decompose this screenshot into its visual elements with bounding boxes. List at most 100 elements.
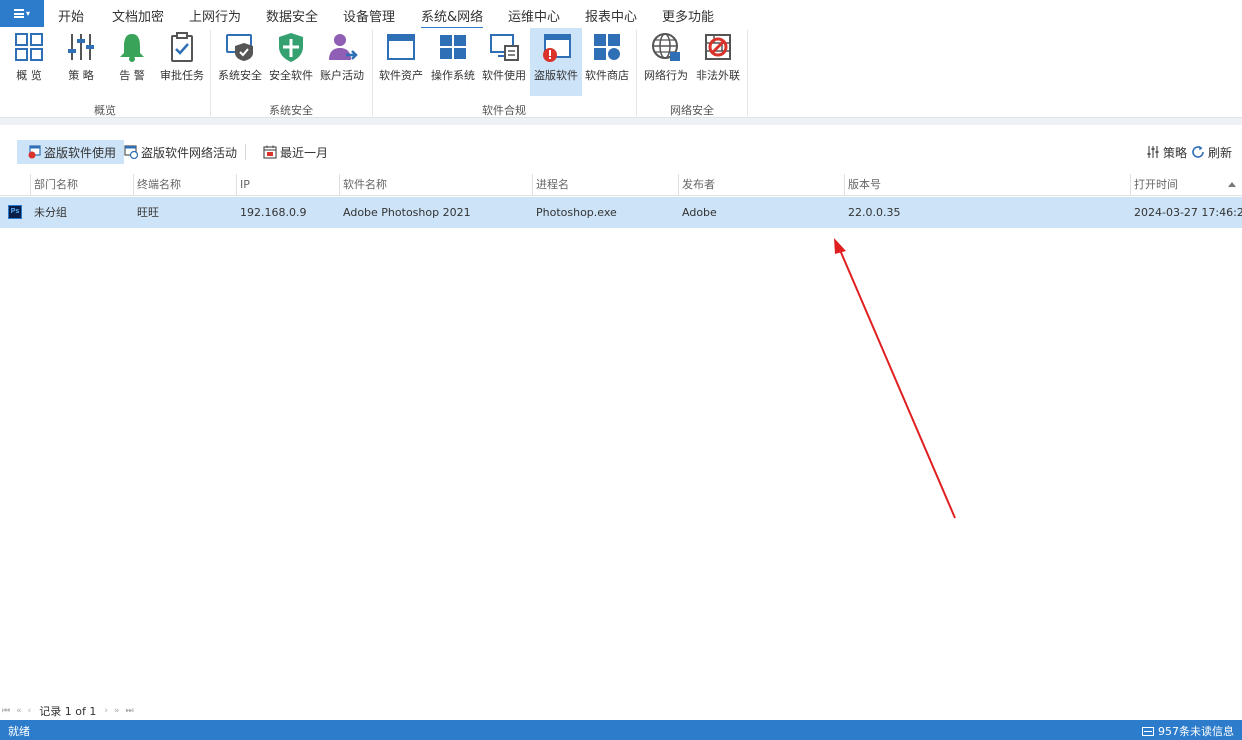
ribbon-account-activity-button[interactable]: 账户活动 bbox=[316, 28, 368, 96]
security-software-shield-icon bbox=[279, 33, 303, 62]
ribbon-group-label-overview: 概览 bbox=[94, 104, 116, 117]
ribbon-button-label: 概 览 bbox=[16, 69, 42, 82]
ribbon-policy-button[interactable]: 策 略 bbox=[55, 28, 107, 96]
status-bar: 就绪 957条未读信息 bbox=[0, 720, 1242, 740]
pirated-software-usage-button[interactable]: 盗版软件使用 bbox=[17, 140, 125, 164]
policy-sliders-small-icon bbox=[1147, 146, 1159, 158]
tab-start[interactable]: 开始 bbox=[58, 6, 84, 25]
previous-page-icon[interactable]: ‹ bbox=[28, 706, 32, 716]
last-page-icon[interactable]: ⏭ bbox=[125, 706, 133, 716]
ribbon-button-label: 非法外联 bbox=[696, 69, 740, 82]
column-header-process[interactable]: 进程名 bbox=[532, 174, 678, 196]
toolbar-button-label: 盗版软件使用 bbox=[44, 145, 117, 160]
date-range-button[interactable]: 最近一月 bbox=[263, 140, 328, 164]
ribbon-button-label: 盗版软件 bbox=[534, 69, 578, 82]
annotation-arrow-line bbox=[839, 249, 956, 519]
tab-data-security[interactable]: 数据安全 bbox=[266, 6, 318, 25]
table-header: 部门名称 终端名称 IP 软件名称 进程名 发布者 版本号 打开时间 bbox=[0, 174, 1242, 196]
tab-system-network[interactable]: 系统&网络 bbox=[421, 6, 484, 29]
ribbon-divider bbox=[0, 117, 1242, 125]
ribbon-overview-button[interactable]: 概 览 bbox=[3, 28, 55, 96]
cell-department: 未分组 bbox=[34, 206, 67, 219]
pirated-software-network-button[interactable]: 盗版软件网络活动 bbox=[124, 140, 237, 164]
previous-page-group-icon[interactable]: « bbox=[16, 706, 22, 716]
ribbon-system-security-button[interactable]: 系统安全 bbox=[214, 28, 266, 96]
cell-software: Adobe Photoshop 2021 bbox=[343, 206, 471, 219]
toolbar-button-label: 盗版软件网络活动 bbox=[141, 145, 238, 160]
next-page-group-icon[interactable]: » bbox=[114, 706, 120, 716]
ribbon-operating-system-button[interactable]: 操作系统 bbox=[427, 28, 479, 96]
ribbon-approval-button[interactable]: 审批任务 bbox=[156, 28, 208, 96]
toolbar: 盗版软件使用 盗版软件网络活动 最近一月 策略 刷新 bbox=[0, 140, 1242, 164]
ribbon-button-label: 系统安全 bbox=[218, 69, 262, 82]
column-header-department[interactable]: 部门名称 bbox=[30, 174, 133, 196]
ribbon-group-divider bbox=[747, 30, 748, 116]
tab-document-encryption[interactable]: 文档加密 bbox=[112, 6, 164, 25]
alarm-bell-icon bbox=[120, 34, 144, 62]
cell-publisher: Adobe bbox=[682, 206, 717, 219]
ribbon-button-label: 审批任务 bbox=[160, 69, 204, 82]
illegal-connection-firewall-icon bbox=[705, 34, 731, 60]
pirated-network-small-icon bbox=[124, 145, 138, 159]
tab-more-features[interactable]: 更多功能 bbox=[662, 6, 714, 25]
ribbon-group-label-system-security: 系统安全 bbox=[269, 104, 313, 117]
app-menu-button[interactable]: ▾ bbox=[0, 0, 44, 27]
ribbon-button-label: 策 略 bbox=[68, 69, 94, 82]
next-page-icon[interactable]: › bbox=[104, 706, 108, 716]
refresh-button[interactable]: 刷新 bbox=[1191, 140, 1232, 164]
ribbon-alarm-button[interactable]: 告 警 bbox=[106, 28, 158, 96]
ribbon-button-label: 账户活动 bbox=[320, 69, 364, 82]
software-assets-window-icon bbox=[387, 34, 415, 60]
tab-device-management[interactable]: 设备管理 bbox=[343, 6, 395, 25]
toolbar-button-label: 最近一月 bbox=[280, 145, 329, 160]
unread-messages[interactable]: 957条未读信息 bbox=[1142, 723, 1234, 739]
app-menu-icon bbox=[13, 9, 24, 18]
status-text: 就绪 bbox=[8, 725, 30, 738]
cell-process: Photoshop.exe bbox=[536, 206, 617, 219]
ribbon-illegal-connection-button[interactable]: 非法外联 bbox=[692, 28, 744, 96]
ribbon-software-store-button[interactable]: 软件商店 bbox=[581, 28, 633, 96]
ribbon-group-label-network-security: 网络安全 bbox=[670, 104, 714, 117]
ribbon-network-behavior-button[interactable]: 网络行为 bbox=[640, 28, 692, 96]
approval-clipboard-icon bbox=[171, 32, 193, 62]
column-header-version[interactable]: 版本号 bbox=[844, 174, 1130, 196]
operating-system-windows-icon bbox=[440, 35, 466, 59]
ribbon-button-label: 安全软件 bbox=[269, 69, 313, 82]
ribbon-pirated-software-button[interactable]: 盗版软件 bbox=[530, 28, 582, 96]
ribbon-button-label: 软件商店 bbox=[585, 69, 629, 82]
cell-ip: 192.168.0.9 bbox=[240, 206, 307, 219]
toolbar-divider bbox=[245, 144, 246, 160]
menu-bar: ▾ 开始 文档加密 上网行为 数据安全 设备管理 系统&网络 运维中心 报表中心… bbox=[0, 0, 1242, 29]
software-store-tiles-icon bbox=[594, 34, 620, 60]
ribbon-software-assets-button[interactable]: 软件资产 bbox=[375, 28, 427, 96]
column-header-ip[interactable]: IP bbox=[236, 174, 339, 196]
photoshop-app-icon: Ps bbox=[8, 205, 22, 219]
message-icon bbox=[1142, 726, 1154, 736]
table-row[interactable]: Ps 未分组 旺旺 192.168.0.9 Adobe Photoshop 20… bbox=[0, 197, 1242, 228]
toolbar-button-label: 刷新 bbox=[1208, 145, 1233, 160]
tab-internet-behavior[interactable]: 上网行为 bbox=[189, 6, 241, 25]
sort-ascending-icon[interactable] bbox=[1228, 182, 1236, 187]
chevron-down-icon: ▾ bbox=[25, 9, 30, 18]
ribbon-button-label: 操作系统 bbox=[431, 69, 475, 82]
ribbon-software-usage-button[interactable]: 软件使用 bbox=[478, 28, 530, 96]
ribbon-group-label-software-compliance: 软件合规 bbox=[482, 104, 526, 117]
policy-button[interactable]: 策略 bbox=[1146, 140, 1187, 164]
column-header-software[interactable]: 软件名称 bbox=[339, 174, 532, 196]
ribbon-security-software-button[interactable]: 安全软件 bbox=[265, 28, 317, 96]
unread-messages-label: 957条未读信息 bbox=[1158, 725, 1234, 738]
pager: ⏮ « ‹ 记录 1 of 1 › » ⏭ bbox=[2, 703, 140, 719]
system-security-shield-icon bbox=[226, 34, 253, 61]
cell-terminal: 旺旺 bbox=[137, 206, 159, 219]
software-usage-monitor-icon bbox=[490, 34, 519, 61]
cell-open-time: 2024-03-27 17:46:20 bbox=[1134, 206, 1242, 219]
tab-report-center[interactable]: 报表中心 bbox=[585, 6, 637, 25]
column-header-publisher[interactable]: 发布者 bbox=[678, 174, 844, 196]
first-page-icon[interactable]: ⏮ bbox=[2, 706, 10, 716]
calendar-icon bbox=[263, 145, 277, 159]
tab-ops-center[interactable]: 运维中心 bbox=[508, 6, 560, 25]
policy-sliders-icon bbox=[68, 34, 94, 60]
ribbon-button-label: 软件资产 bbox=[379, 69, 423, 82]
column-header-terminal[interactable]: 终端名称 bbox=[133, 174, 236, 196]
column-header-open-time[interactable]: 打开时间 bbox=[1130, 174, 1242, 196]
